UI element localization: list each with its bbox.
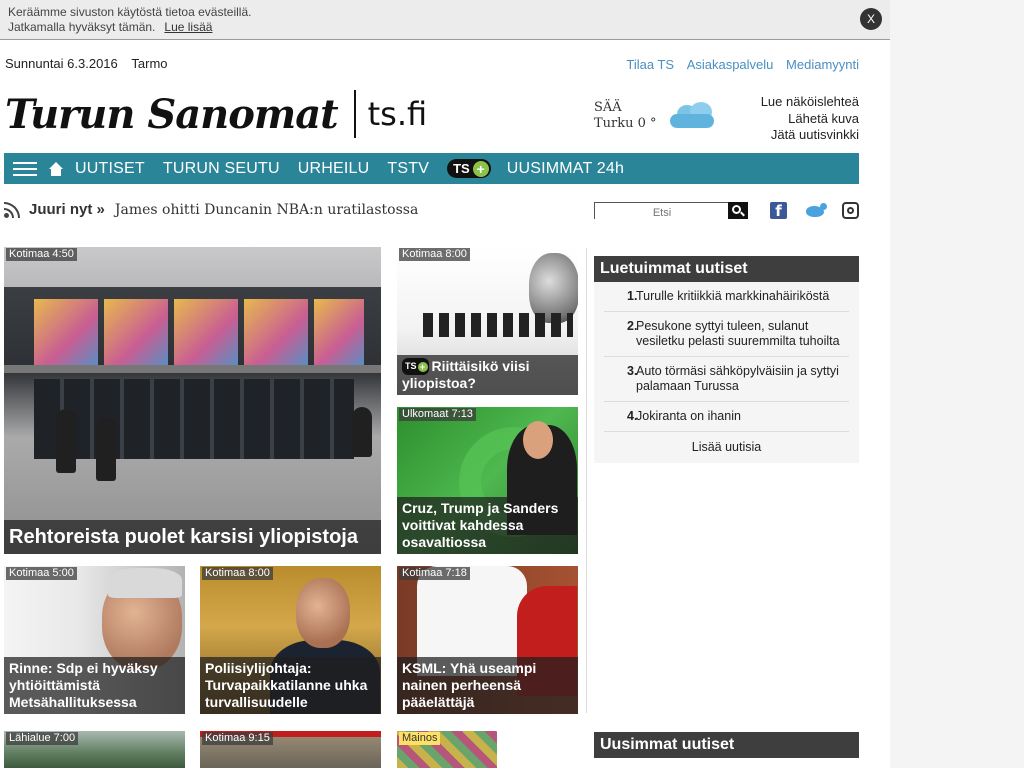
top-links: Tilaa TS Asiakaspalvelu Mediamyynti [617,57,859,72]
article-headline[interactable]: KSML: Yhä useampi nainen perheensä pääel… [397,657,578,714]
column-divider [586,248,587,713]
article-headline[interactable]: Rinne: Sdp ei hyväksy yhtiöittämistä Met… [4,657,185,714]
article-category-tag: Kotimaa 4:50 [6,248,77,261]
subscribe-link[interactable]: Tilaa TS [626,57,674,72]
twitter-icon[interactable] [804,202,828,219]
list-item[interactable]: 1. Turulle kritiikkiä markkinahäiriköstä [604,282,849,312]
article-tile[interactable]: Kotimaa 8:00 Poliisiylijohtaja: Turvapai… [200,566,381,714]
article-category-tag: Kotimaa 8:00 [399,248,470,261]
article-category-tag: Kotimaa 9:15 [202,732,273,745]
weather-widget[interactable]: SÄÄ Turku 0 ° [594,100,657,132]
most-read-list: 1. Turulle kritiikkiä markkinahäiriköstä … [594,282,859,432]
weather-value: Turku 0 ° [594,116,657,131]
article-headline[interactable]: Poliisiylijohtaja: Turvapaikkatilanne uh… [200,657,381,714]
rss-icon [4,201,20,218]
logo-masthead: Turun Sanomat [5,90,339,138]
site-logo[interactable]: Turun Sanomat ts.fi [5,88,427,140]
article-category-tag: Ulkomaat 7:13 [399,408,476,421]
weather-label: SÄÄ [594,100,622,115]
more-news-link[interactable]: Lisää uutisia [594,432,859,463]
media-sales-link[interactable]: Mediamyynti [786,57,859,72]
article-category-tag: Kotimaa 8:00 [202,567,273,580]
search-button[interactable] [728,202,748,219]
logo-divider [353,90,356,138]
article-tile[interactable]: Kotimaa 5:00 Rinne: Sdp ei hyväksy yhtiö… [4,566,185,714]
list-item[interactable]: 3. Auto törmäsi sähköpylväisiin ja syttyi… [604,357,849,402]
cookie-read-more-link[interactable]: Lue lisää [164,20,212,34]
ad-tile[interactable]: Mainos [397,731,497,768]
nav-uutiset[interactable]: UUTISET [75,160,145,178]
send-photo-link[interactable]: Lähetä kuva [761,111,859,128]
instagram-icon[interactable] [842,202,859,219]
ticker-headline[interactable]: James ohitti Duncanin NBA:n uratilastoss… [115,202,418,218]
cookie-text-line2: Jatkamalla hyväksyt tämän. [8,20,156,34]
nav-tstv[interactable]: TSTV [387,160,429,178]
article-tile-main[interactable]: Kotimaa 4:50 Rehtoreista puolet karsisi … [4,247,381,554]
page-gutter [890,0,1024,768]
article-headline[interactable]: Rehtoreista puolet karsisi yliopistoja [4,520,381,554]
cookie-text-line1: Keräämme sivuston käytöstä tietoa eväste… [8,5,252,19]
current-date: Sunnuntai 6.3.2016 [5,56,118,71]
send-tip-link[interactable]: Jätä uutisvinkki [761,127,859,144]
nav-uusimmat[interactable]: UUSIMMAT 24h [507,160,624,178]
ts-plus-label: TS [453,161,470,176]
article-tile[interactable]: Lähialue 7:00 [4,731,185,768]
nav-turun-seutu[interactable]: TURUN SEUTU [163,160,280,178]
article-tile[interactable]: Ulkomaat 7:13 Cruz, Trump ja Sanders voi… [397,407,578,554]
customer-service-link[interactable]: Asiakaspalvelu [687,57,774,72]
ts-plus-badge-label: TS [405,361,417,371]
most-read-box: Luetuimmat uutiset 1. Turulle kritiikkiä … [594,256,859,463]
list-item[interactable]: 4. Jokiranta on ihanin [604,402,849,432]
dateline: Sunnuntai 6.3.2016 Tarmo [5,56,168,71]
facebook-icon[interactable]: f [770,202,787,220]
hamburger-menu-icon[interactable] [13,158,37,180]
article-tile[interactable]: Kotimaa 8:00 TS + Riittäisikö viisi yliopi… [397,247,578,395]
search-box [594,202,748,221]
home-icon[interactable] [49,161,63,176]
ad-label: Mainos [399,732,441,745]
most-read-title: Luetuimmat uutiset [594,256,859,282]
latest-news-box: Uusimmat uutiset [594,732,859,758]
ticker-label: Juuri nyt » [29,201,105,218]
article-category-tag: Kotimaa 5:00 [6,567,77,580]
latest-news-title: Uusimmat uutiset [594,732,859,758]
article-headline[interactable]: Cruz, Trump ja Sanders voittivat kahdess… [397,497,578,554]
cloud-icon [668,100,716,130]
cookie-close-button[interactable]: X [860,8,882,30]
article-photo [4,247,381,554]
main-nav: UUTISET TURUN SEUTU URHEILU TSTV TS + UUS… [4,153,859,184]
article-category-tag: Lähialue 7:00 [6,732,79,745]
read-eedition-link[interactable]: Lue näköislehteä [761,94,859,111]
logo-domain: ts.fi [367,95,428,133]
search-input[interactable] [595,205,729,221]
cookie-banner: Keräämme sivuston käytöstä tietoa eväste… [0,0,890,40]
side-links: Lue näköislehteä Lähetä kuva Jätä uutisv… [761,94,859,144]
nav-ts-plus[interactable]: TS + [447,159,491,178]
plus-icon: + [472,160,489,177]
article-headline-wrap[interactable]: TS + Riittäisikö viisi yliopistoa? [397,355,578,395]
nav-urheilu[interactable]: URHEILU [298,160,370,178]
article-category-tag: Kotimaa 7:18 [399,567,470,580]
ts-plus-badge: TS + [402,358,429,375]
news-ticker: Juuri nyt » James ohitti Duncanin NBA:n … [4,201,418,218]
article-tile[interactable]: Kotimaa 7:18 KSML: Yhä useampi nainen pe… [397,566,578,714]
article-tile[interactable]: Kotimaa 9:15 [200,731,381,768]
nameday: Tarmo [131,56,168,71]
list-item[interactable]: 2. Pesukone syttyi tuleen, sulanut vesile… [604,312,849,357]
